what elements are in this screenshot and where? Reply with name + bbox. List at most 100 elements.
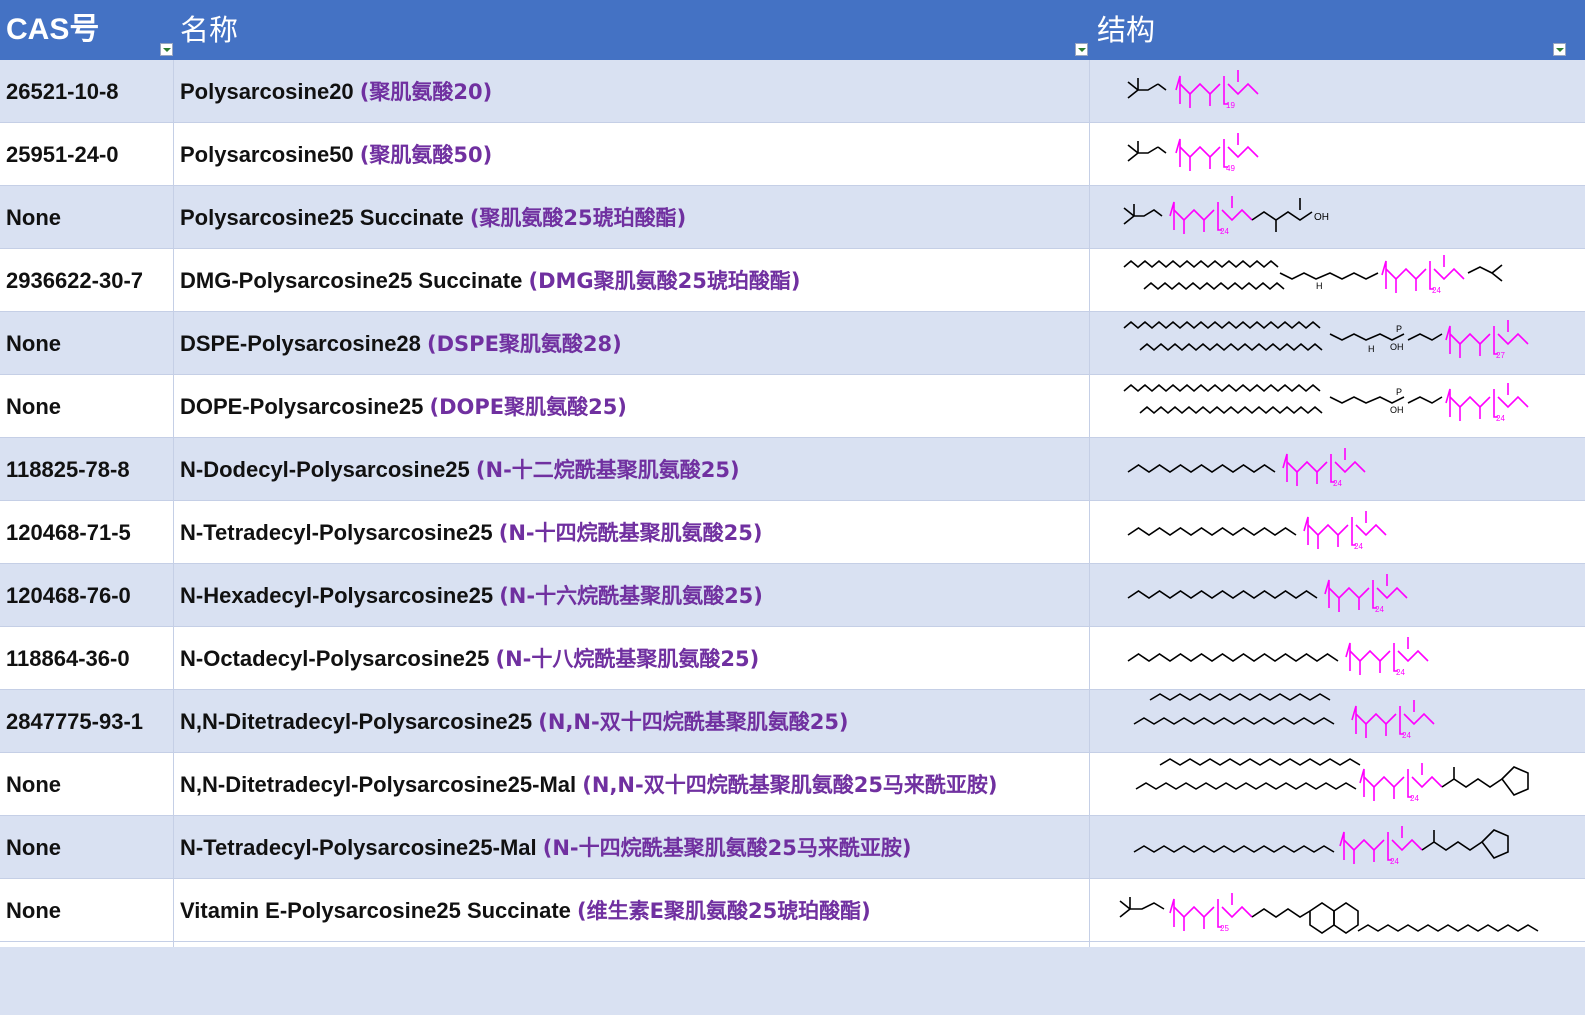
table-row[interactable]: None DSPE-Polysarcosine28 (DSPE聚肌氨酸28) P OH… (0, 312, 1585, 375)
cas-number-cell[interactable]: 26521-10-8 (6, 60, 119, 123)
structure-diagram: P OH H 27 (1123, 320, 1529, 360)
structure-cell[interactable]: P OH 24 (1120, 375, 1580, 438)
structure-cell[interactable]: 49 (1120, 123, 1580, 186)
filter-dropdown-icon[interactable] (1553, 43, 1566, 56)
cas-number-cell[interactable]: 25951-24-0 (6, 123, 119, 186)
structure-cell[interactable]: 24 (1120, 438, 1580, 501)
column-header-cas[interactable]: CAS号 (6, 0, 99, 60)
table-row[interactable]: 2847775-93-1 N,N-Ditetradecyl-Polysarcosi… (0, 690, 1585, 753)
structure-cell[interactable]: 24 (1120, 501, 1580, 564)
repeat-bracket (1175, 138, 1181, 167)
structure-diagram: 24 (1127, 574, 1408, 614)
table-row[interactable]: None Vitamin E-Polysarcosine25 Succinate … (0, 879, 1585, 942)
repeat-bracket (1339, 831, 1345, 860)
sarcosine-backbone (1349, 649, 1391, 663)
table-row[interactable]: 118864-36-0 N-Octadecyl-Polysarcosine25 (… (0, 627, 1585, 690)
repeat-bracket (1407, 769, 1412, 798)
sarcosine-terminal (1497, 395, 1529, 409)
name-cell[interactable]: N-Octadecyl-Polysarcosine25 (N-十八烷酰基聚肌氨酸… (180, 627, 759, 690)
name-cell[interactable]: N,N-Ditetradecyl-Polysarcosine25-Mal (N,… (180, 753, 998, 816)
structure-diagram: H 24 (1123, 255, 1503, 295)
name-cell[interactable]: DOPE-Polysarcosine25 (DOPE聚肌氨酸25) (180, 375, 627, 438)
filter-dropdown-icon[interactable] (160, 43, 173, 56)
chinese-name: (N-十六烷酰基聚肌氨酸25) (499, 584, 763, 608)
table-row[interactable]: 118825-78-8 N-Dodecyl-Polysarcosine25 (N-… (0, 438, 1585, 501)
table-row[interactable]: None N,N-Ditetradecyl-Polysarcosine25-Mal… (0, 753, 1585, 816)
structure-cell[interactable]: 24 (1120, 564, 1580, 627)
repeat-bracket (1303, 516, 1309, 545)
structure-diagram: 49 (1127, 133, 1259, 173)
ethanolamine-linker (1407, 396, 1443, 404)
amine-bond (1157, 146, 1167, 154)
repeat-bracket (1217, 202, 1222, 231)
structure-cell[interactable]: 24 (1120, 627, 1580, 690)
repeat-bracket (1445, 388, 1451, 417)
chinese-name: (聚肌氨酸50) (359, 143, 493, 167)
alkyl-chain (1135, 782, 1357, 790)
table-row[interactable]: None DOPE-Polysarcosine25 (DOPE聚肌氨酸25) P OH… (0, 375, 1585, 438)
column-header-structure[interactable]: 结构 (1097, 0, 1155, 60)
repeat-bracket (1351, 705, 1357, 734)
table-row[interactable]: 25951-24-0 Polysarcosine50 (聚肌氨酸50) 49 (0, 123, 1585, 186)
structure-diagram: 25 (1119, 893, 1539, 934)
cas-number-cell[interactable]: None (6, 816, 61, 879)
alkyl-chain (1159, 758, 1361, 766)
name-cell[interactable]: N-Tetradecyl-Polysarcosine25-Mal (N-十四烷酰… (180, 816, 911, 879)
table-row[interactable]: None Polysarcosine25 Succinate (聚肌氨酸25琥珀酸… (0, 186, 1585, 249)
sarcosine-terminal (1221, 208, 1253, 222)
chinese-name: (N-十四烷酰基聚肌氨酸25) (498, 521, 763, 545)
sarcosine-backbone (1343, 838, 1385, 852)
table-row[interactable]: None N-Tetradecyl-Polysarcosine25-Mal (N-… (0, 816, 1585, 879)
sarcosine-backbone (1179, 145, 1221, 159)
chinese-name: (DMG聚肌氨酸25琥珀酸酯) (528, 269, 801, 293)
hydroxyl-label: OH (1390, 342, 1404, 352)
name-cell[interactable]: Polysarcosine50 (聚肌氨酸50) (180, 123, 492, 186)
repeat-bracket (1330, 454, 1335, 483)
name-cell[interactable]: N-Dodecyl-Polysarcosine25 (N-十二烷酰基聚肌氨酸25… (180, 438, 740, 501)
succinate-linker (1279, 272, 1379, 280)
name-cell[interactable]: DSPE-Polysarcosine28 (DSPE聚肌氨酸28) (180, 312, 622, 375)
table-row[interactable]: 2936622-30-7 DMG-Polysarcosine25 Succinat… (0, 249, 1585, 312)
structure-cell[interactable]: 24 OH (1120, 186, 1580, 249)
name-cell[interactable]: Vitamin E-Polysarcosine25 Succinate (维生素… (180, 879, 871, 942)
cas-number-cell[interactable]: None (6, 312, 61, 375)
table-row[interactable]: 120468-76-0 N-Hexadecyl-Polysarcosine25 (… (0, 564, 1585, 627)
sarcosine-terminal (1376, 586, 1408, 600)
filter-dropdown-icon[interactable] (1075, 43, 1088, 56)
column-divider (173, 60, 174, 947)
cas-number-cell[interactable]: None (6, 879, 61, 942)
name-cell[interactable]: Polysarcosine25 Succinate (聚肌氨酸25琥珀酸酯) (180, 186, 686, 249)
name-cell[interactable]: DMG-Polysarcosine25 Succinate (DMG聚肌氨酸25… (180, 249, 800, 312)
column-header-name[interactable]: 名称 (180, 0, 238, 60)
cas-number-cell[interactable]: 2847775-93-1 (6, 690, 143, 753)
name-cell[interactable]: N-Tetradecyl-Polysarcosine25 (N-十四烷酰基聚肌氨… (180, 501, 762, 564)
repeat-bracket (1282, 453, 1288, 482)
sarcosine-terminal (1391, 838, 1423, 852)
repeat-bracket (1429, 261, 1434, 290)
name-cell[interactable]: N-Hexadecyl-Polysarcosine25 (N-十六烷酰基聚肌氨酸… (180, 564, 763, 627)
repeat-bracket (1399, 706, 1404, 735)
cas-number-cell[interactable]: None (6, 186, 61, 249)
cas-number-cell[interactable]: 120468-71-5 (6, 501, 131, 564)
cas-number-cell[interactable]: 118825-78-8 (6, 438, 130, 501)
english-name: DOPE-Polysarcosine25 (180, 394, 424, 419)
structure-cell[interactable]: 25 (1119, 879, 1580, 942)
empty-row[interactable] (0, 947, 1585, 1015)
name-cell[interactable]: N,N-Ditetradecyl-Polysarcosine25 (N,N-双十… (180, 690, 849, 753)
cas-number-cell[interactable]: 118864-36-0 (6, 627, 130, 690)
structure-cell[interactable]: 24 (1120, 816, 1580, 879)
name-cell[interactable]: Polysarcosine20 (聚肌氨酸20) (180, 60, 492, 123)
structure-cell[interactable]: 24 (1120, 753, 1580, 816)
cas-number-cell[interactable]: 2936622-30-7 (6, 249, 143, 312)
english-name: DMG-Polysarcosine25 Succinate (180, 268, 523, 293)
structure-cell[interactable]: H 24 (1120, 249, 1580, 312)
cas-number-cell[interactable]: None (6, 375, 61, 438)
structure-cell[interactable]: 24 (1120, 690, 1580, 753)
cas-number-cell[interactable]: None (6, 753, 61, 816)
cas-number-cell[interactable]: 120468-76-0 (6, 564, 131, 627)
table-row[interactable]: 120468-71-5 N-Tetradecyl-Polysarcosine25 … (0, 501, 1585, 564)
structure-diagram: 24 (1127, 637, 1429, 677)
structure-cell[interactable]: P OH H 27 (1120, 312, 1580, 375)
structure-cell[interactable]: 19 (1120, 60, 1580, 123)
table-row[interactable]: 26521-10-8 Polysarcosine20 (聚肌氨酸20) 19 (0, 60, 1585, 123)
